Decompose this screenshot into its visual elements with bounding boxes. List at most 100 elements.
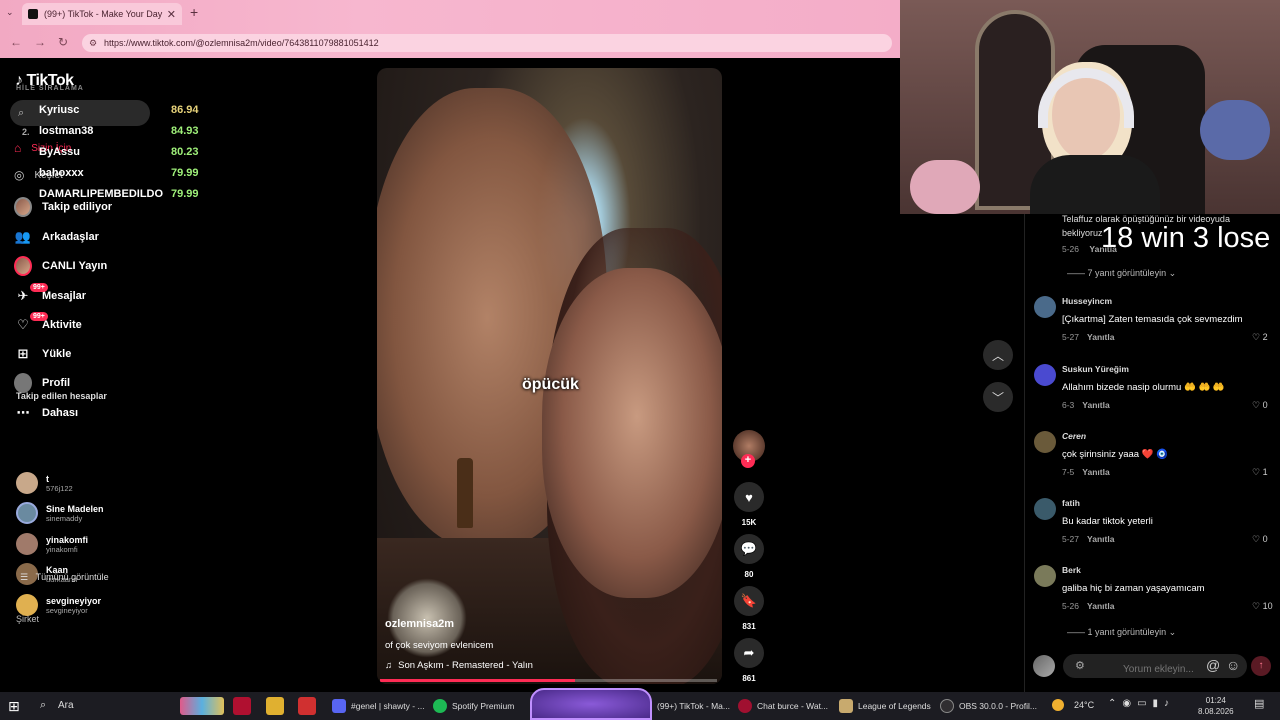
url-field[interactable]: ⚙ https://www.tiktok.com/@ozlemnisa2m/vi… <box>82 34 892 52</box>
league-icon <box>839 699 853 713</box>
taskbar-clock[interactable]: 01:24 8.08.2026 <box>1198 695 1234 717</box>
notification-icon[interactable]: ▤ <box>1254 697 1264 710</box>
webcam-overlay <box>900 0 1280 214</box>
taskbar-app[interactable]: Chat burce - Wat... <box>738 696 828 716</box>
activity-icon: ♡ 99+ <box>14 312 48 334</box>
nav-profile[interactable]: Profil <box>14 373 70 393</box>
company-link[interactable]: Şirket <box>16 614 39 624</box>
folder-icon[interactable] <box>266 697 284 715</box>
reply-link[interactable]: Yanıtla <box>1087 534 1114 544</box>
comment-text: çok şirinsiniz yaaa ❤️ 🧿 <box>1062 449 1169 460</box>
comment-user[interactable]: Husseyincm <box>1062 296 1112 306</box>
heart-icon: ♥ <box>734 482 764 512</box>
taskbar-app[interactable]: OBS 30.0.0 - Profil... <box>940 696 1037 716</box>
reply-link[interactable]: Yanıtla <box>1087 601 1114 611</box>
music-note-icon: ♫ <box>385 660 393 671</box>
leaderboard-row: 2. lostman38 84.93 <box>12 123 212 143</box>
video-frame <box>542 268 722 598</box>
video-author[interactable]: ozlemnisa2m <box>385 618 454 630</box>
reply-link[interactable]: Yanıtla <box>1082 400 1109 410</box>
avatar <box>16 472 38 494</box>
sticker-icon[interactable]: ⚙ <box>1075 659 1085 672</box>
nav-live[interactable]: CANLI Yayın <box>14 256 107 276</box>
taskbar-search[interactable]: ⌕ Ara <box>34 695 174 717</box>
avatar[interactable] <box>1034 565 1056 587</box>
messages-badge: 99+ <box>30 283 48 292</box>
comment-like[interactable]: ♡ 0 <box>1252 534 1268 545</box>
comment-like[interactable]: ♡ 2 <box>1252 332 1268 343</box>
comment-button[interactable]: 💬 80 <box>733 534 765 579</box>
save-button[interactable]: 🔖 831 <box>733 586 765 631</box>
back-icon[interactable]: ← <box>10 35 22 49</box>
video-player[interactable]: öpücük ozlemnisa2m of çok seviyom evleni… <box>377 68 722 684</box>
nav-more[interactable]: ⋯ Dahası <box>14 404 79 422</box>
video-progress-bar[interactable] <box>380 679 717 682</box>
tab-close-icon[interactable]: ✕ <box>167 8 176 21</box>
comment-like[interactable]: ♡ 10 <box>1252 601 1273 612</box>
taskbar-pinned-app[interactable] <box>233 697 251 715</box>
comment-user[interactable]: Berk <box>1062 565 1081 575</box>
avatar[interactable] <box>1034 364 1056 386</box>
comment-user[interactable]: fatih <box>1062 498 1080 508</box>
taskbar-app[interactable]: #genel | shawty - ... <box>332 696 425 716</box>
next-video-button[interactable]: ﹀ <box>983 382 1013 412</box>
see-all-link[interactable]: ☰ Tümünü görüntüle <box>20 572 109 583</box>
leaderboard-score: 84.93 <box>171 125 199 137</box>
forward-icon[interactable]: → <box>34 35 46 49</box>
video-music[interactable]: ♫ Son Aşkım - Remastered - Yalın <box>385 660 533 671</box>
nav-label: Dahası <box>42 407 79 419</box>
previous-video-button[interactable]: ︿ <box>983 340 1013 370</box>
taskbar-pinned-app[interactable] <box>298 697 316 715</box>
save-count: 831 <box>742 622 756 631</box>
avatar <box>1033 655 1055 677</box>
friends-icon: 👥 <box>14 229 32 244</box>
leaderboard-rank: 2. <box>22 127 30 137</box>
nav-activity[interactable]: ♡ 99+ Aktivite <box>14 312 82 334</box>
comment-like[interactable]: ♡ 1 <box>1252 467 1268 478</box>
new-tab-button[interactable]: + <box>190 4 198 20</box>
avatar[interactable] <box>1034 296 1056 318</box>
chat-app-icon <box>738 699 752 713</box>
view-replies-link[interactable]: —— 7 yanıt görüntüleyin ⌄ <box>1067 268 1176 279</box>
follow-plus-button[interactable]: + <box>741 454 755 468</box>
video-text-overlay: öpücük <box>522 376 579 393</box>
taskbar-app[interactable]: League of Legends <box>839 696 931 716</box>
reply-link[interactable]: Yanıtla <box>1087 332 1114 342</box>
followed-account[interactable]: t 576j122 <box>16 472 73 494</box>
system-tray-icons[interactable]: ⌃◉▭▮♪ <box>1108 698 1175 709</box>
nav-friends[interactable]: 👥 Arkadaşlar <box>14 228 99 246</box>
windows-start-icon[interactable]: ⊞ <box>8 698 20 715</box>
nav-following[interactable]: Takip ediliyor <box>14 197 112 217</box>
taskbar-decoration <box>530 688 652 720</box>
comment-meta: 5-27 Yanıtla <box>1062 534 1115 544</box>
leaderboard-title: HİLE SIRALAMA <box>16 85 84 92</box>
comments-panel: Telaffuz olarak öpüştüğünüz bir videoyud… <box>1024 214 1280 692</box>
reload-icon[interactable]: ↻ <box>58 35 68 49</box>
avatar[interactable] <box>1034 431 1056 453</box>
upload-icon: ⊞ <box>17 346 29 361</box>
comment-user[interactable]: Suskun Yüreğim <box>1062 364 1129 374</box>
site-info-icon[interactable]: ⚙ <box>89 38 97 49</box>
reply-link[interactable]: Yanıtla <box>1082 467 1109 477</box>
taskbar-pinned-app[interactable] <box>180 697 224 715</box>
nav-upload[interactable]: ⊞ Yükle <box>14 345 72 363</box>
like-button[interactable]: ♥ 15K <box>733 482 765 527</box>
tab-tiktok[interactable]: (99+) TikTok - Make Your Day ✕ <box>22 3 182 25</box>
leaderboard-row: Kyriusc 86.94 <box>12 102 212 122</box>
send-button[interactable]: ↑ <box>1251 656 1271 676</box>
emoji-icon[interactable]: ☺ <box>1226 657 1240 673</box>
mention-icon[interactable]: @ <box>1206 657 1220 673</box>
avatar[interactable] <box>1034 498 1056 520</box>
followed-account[interactable]: Sine Madelen sinemaddy <box>16 502 104 524</box>
comment-like[interactable]: ♡ 0 <box>1252 400 1268 411</box>
comment-user[interactable]: Ceren <box>1062 431 1086 441</box>
followed-account[interactable]: yinakomfi yinakomfi <box>16 533 88 555</box>
view-replies-link[interactable]: —— 1 yanıt görüntüleyin ⌄ <box>1067 627 1176 638</box>
nav-messages[interactable]: ✈ 99+ Mesajlar <box>14 283 86 305</box>
comment-text: bekliyoruz <box>1062 228 1103 238</box>
taskbar-app[interactable]: Spotify Premium <box>433 696 514 716</box>
share-button[interactable]: ➦ 861 <box>733 638 765 683</box>
followed-account[interactable]: sevgineyiyor sevgineyiyor <box>16 594 101 616</box>
tab-search-dropdown[interactable]: ⌄ <box>6 7 14 18</box>
weather-widget[interactable]: 24°C <box>1052 699 1094 711</box>
